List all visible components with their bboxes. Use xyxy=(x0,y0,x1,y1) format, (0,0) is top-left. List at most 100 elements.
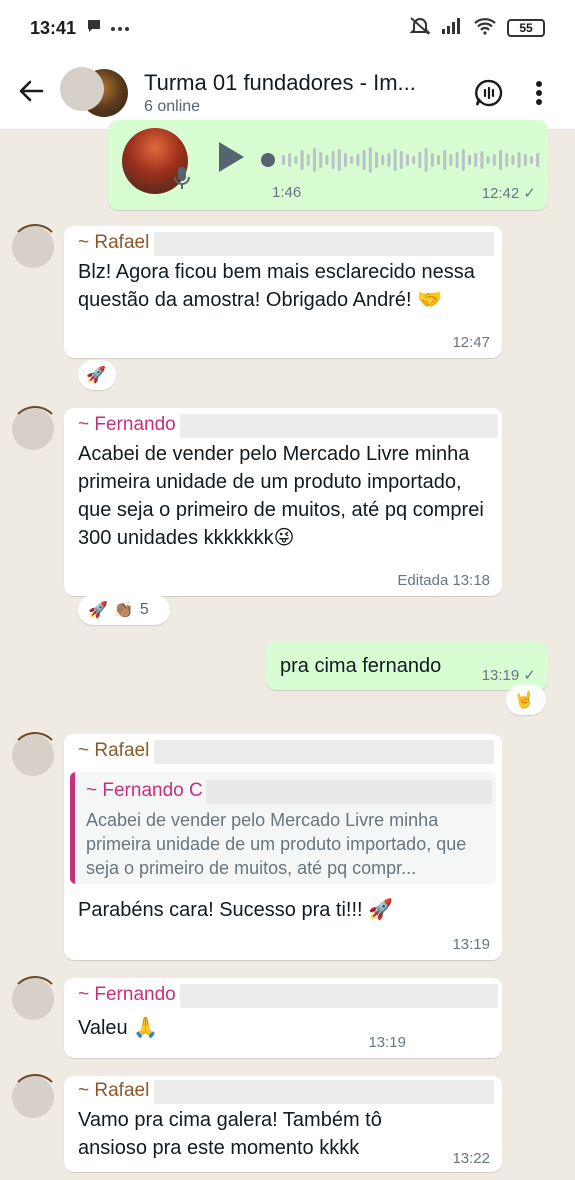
avatar-rafael[interactable] xyxy=(10,224,60,268)
message-bubble[interactable]: ~ Fernando Valeu 🙏 13:19 xyxy=(64,978,502,1058)
message-text: Parabéns cara! Sucesso pra ti!!! 🚀 xyxy=(78,899,394,921)
message-time: 13:22 xyxy=(452,1150,490,1167)
muted-bell-icon xyxy=(409,16,431,41)
message-text: Valeu 🙏 xyxy=(78,1017,159,1039)
wifi-icon xyxy=(473,17,497,40)
reaction-count: 5 xyxy=(139,601,149,618)
reaction-pill[interactable]: 🚀 xyxy=(78,360,116,390)
sender-phone-redacted xyxy=(180,984,499,1008)
sent-tick-icon: ✓ xyxy=(523,185,536,202)
waveform-bar xyxy=(319,152,323,168)
chat-header: Turma 01 fundadores - Im... 6 online xyxy=(0,56,575,130)
waveform-bar xyxy=(474,153,478,167)
waveform-bar xyxy=(536,153,540,167)
waveform-bar xyxy=(511,155,515,165)
waveform-bar xyxy=(468,155,471,165)
waveform-bar xyxy=(499,150,502,170)
waveform-bar xyxy=(480,151,484,169)
waveform-bar xyxy=(387,153,391,167)
message-text: Blz! Agora ficou bem mais esclarecido ne… xyxy=(78,261,475,311)
voice-message[interactable]: 1:46 12:42 ✓ xyxy=(108,120,548,210)
reaction-pill[interactable]: 🚀 👏🏽 5 xyxy=(78,595,170,625)
waveform-bar xyxy=(325,155,329,165)
reaction-emoji: 🚀 xyxy=(86,367,106,384)
voice-duration: 1:46 xyxy=(272,184,302,201)
message-bubble[interactable]: ~ Rafael ~ Fernando C Acabei de vender p… xyxy=(64,734,502,960)
waveform-bar xyxy=(424,148,428,172)
waveform-bar xyxy=(530,156,533,164)
reaction-pill[interactable]: 🤘 xyxy=(506,685,546,715)
voice-waveform[interactable] xyxy=(260,140,540,180)
back-arrow-icon[interactable] xyxy=(18,76,54,110)
quoted-sender-redacted xyxy=(206,780,492,804)
message-bubble[interactable]: ~ Rafael Blz! Agora ficou bem mais escla… xyxy=(64,226,502,358)
quoted-sender-name: ~ Fernando C xyxy=(86,780,203,801)
status-bar: 13:41 55 xyxy=(0,0,575,56)
quoted-message[interactable]: ~ Fernando C Acabei de vender pelo Merca… xyxy=(70,772,496,884)
waveform-bar xyxy=(313,148,316,172)
message-bubble[interactable]: ~ Fernando Acabei de vender pelo Mercado… xyxy=(64,408,502,596)
quoted-text: Acabei de vender pelo Mercado Livre minh… xyxy=(86,810,467,878)
reaction-emoji: 🤘 xyxy=(514,692,534,709)
waveform-bar xyxy=(505,153,509,167)
waveform-bar xyxy=(399,151,403,169)
waveform-bar xyxy=(523,154,527,166)
waveform-bar xyxy=(350,156,354,164)
waveform-bar xyxy=(344,153,347,167)
sent-tick-icon: ✓ xyxy=(523,667,536,684)
waveform-bar xyxy=(486,156,490,164)
sender-phone-redacted xyxy=(153,740,494,764)
sender-name[interactable]: ~ Fernando xyxy=(78,984,176,1005)
reaction-emoji: 👏🏽 xyxy=(113,602,134,619)
sender-name[interactable]: ~ Rafael xyxy=(78,740,149,761)
waveform-bar xyxy=(356,154,360,166)
message-text: pra cima fernando xyxy=(280,655,442,677)
waveform-bar xyxy=(294,156,298,164)
waveform-bar xyxy=(406,154,409,166)
waveform-bar xyxy=(461,149,465,171)
chat-title: Turma 01 fundadores - Im... xyxy=(144,69,416,95)
sender-name[interactable]: ~ Rafael xyxy=(78,232,149,253)
message-time: 12:42 ✓ xyxy=(481,185,536,202)
waveform-bar xyxy=(437,155,440,165)
avatar-fernando[interactable] xyxy=(10,976,60,1020)
waveform-bar xyxy=(368,147,372,173)
message-bubble[interactable]: ~ Rafael Vamo pra cima galera! Também tô… xyxy=(64,1076,502,1172)
more-options-icon[interactable] xyxy=(521,75,557,111)
message-time: 13:19 xyxy=(452,936,490,953)
waveform-bar xyxy=(288,153,292,167)
waveform-bar xyxy=(455,152,459,168)
sender-phone-redacted xyxy=(153,1080,494,1104)
waveform-bar xyxy=(306,154,310,166)
sender-phone-redacted xyxy=(180,414,499,438)
message-text: Vamo pra cima galera! Também tô ansioso … xyxy=(78,1109,382,1159)
sender-name[interactable]: ~ Rafael xyxy=(78,1080,149,1101)
waveform-bar xyxy=(443,150,447,170)
waveform-bar xyxy=(412,156,416,164)
avatar-fernando[interactable] xyxy=(10,406,60,450)
waveform-bar xyxy=(381,155,385,165)
waveform-bar xyxy=(492,154,496,166)
battery-indicator: 55 xyxy=(507,19,545,37)
chat-subtitle: 6 online xyxy=(144,97,201,115)
waveform-bar xyxy=(430,153,434,167)
avatar-rafael[interactable] xyxy=(10,732,60,776)
reaction-emoji: 🚀 xyxy=(88,602,108,619)
sender-name[interactable]: ~ Fernando xyxy=(78,414,176,435)
waveform-bar xyxy=(337,149,341,171)
waveform-bar xyxy=(331,151,335,169)
voice-chat-icon[interactable] xyxy=(471,75,507,111)
waveform-bar xyxy=(418,152,422,168)
waveform-bar xyxy=(449,154,453,166)
signal-icon xyxy=(441,17,463,39)
group-avatar[interactable] xyxy=(60,65,128,121)
chat-area[interactable]: 1:46 12:42 ✓ ~ Rafael Blz! Agora ficou b… xyxy=(0,120,575,1180)
chat-title-area[interactable]: Turma 01 fundadores - Im... 6 online xyxy=(144,70,457,116)
outgoing-message-bubble[interactable]: pra cima fernando 13:19 ✓ xyxy=(266,642,548,690)
message-time: Editada 13:18 xyxy=(397,572,490,589)
message-time: 12:47 xyxy=(452,334,490,351)
microphone-icon xyxy=(174,166,190,195)
waveform-bar xyxy=(362,150,366,170)
play-icon[interactable] xyxy=(216,140,246,179)
avatar-rafael[interactable] xyxy=(10,1074,60,1118)
